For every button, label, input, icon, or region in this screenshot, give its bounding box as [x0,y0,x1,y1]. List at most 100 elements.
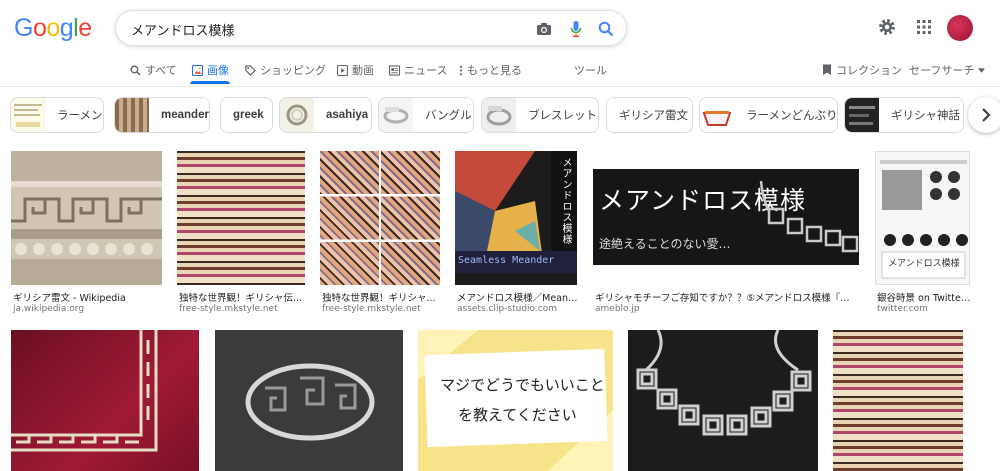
logo-letter: G [14,14,33,42]
chip-label: meander [161,109,209,121]
chip-ramen[interactable]: ラーメン [10,97,104,133]
tab-label: ツール [574,64,607,77]
image-result[interactable] [215,330,403,471]
logo-letter: o [46,14,60,42]
image-result[interactable] [628,330,818,471]
safesearch-label: セーフサーチ [909,64,975,77]
header-divider [0,86,1000,87]
chip-ramen-bowl[interactable]: ラーメンどんぶり [699,97,838,133]
search-tabs: すべて 画像 ショッピング 動画 ニュース もっと見る ツール コレクション セ… [0,58,1000,84]
result-source: assets.clip-studio.com [457,304,557,314]
result-thumbnail[interactable]: メアンドロス模様 途絶えることのない愛… [593,151,859,285]
chip-bangle[interactable]: バングル [378,97,474,133]
logo-letter: e [78,14,92,42]
search-icon [130,64,141,76]
account-avatar[interactable] [947,15,973,41]
image-result[interactable] [11,330,199,471]
tab-label: 画像 [207,64,229,77]
image-result[interactable]: メアンドロス模様 Seamless Meander メアンドロス模様／Meand… [455,151,578,316]
chip-label: ラーメン [57,108,103,122]
result-title[interactable]: ギリシア雷文 - Wikipedia [13,290,163,304]
collections-label: コレクション [836,64,902,77]
news-icon [389,64,400,76]
microphone-icon[interactable] [565,18,587,40]
chip-bracelet[interactable]: ブレスレット [481,97,599,133]
chip-label: asahiya [326,109,369,121]
image-result[interactable]: メアンドロス模様 途絶えることのない愛… ギリシャモチーフご存知ですか？？⑤メア… [593,151,859,316]
image-result[interactable]: マジでどうでもいいこと を教えてください [418,330,613,471]
result-thumbnail[interactable] [628,330,818,471]
twitter-image-caption: メアンドロス模様 [888,259,960,269]
result-thumbnail[interactable] [320,151,440,285]
result-thumbnail[interactable]: メアンドロス模様 [875,151,970,285]
image-icon [192,64,203,76]
tab-news[interactable]: ニュース [389,62,447,78]
result-thumbnail[interactable]: マジでどうでもいいこと を教えてください [418,330,613,471]
search-icon[interactable] [595,18,617,40]
chip-thumbnail [379,98,413,132]
chip-thumbnail [280,98,314,132]
search-input[interactable]: メアンドロス模様 [131,20,234,39]
chips-next-button[interactable] [968,97,1000,133]
chip-label: ブレスレット [528,108,597,122]
chip-meander[interactable]: meander [114,97,210,133]
tag-icon [245,64,256,76]
result-thumbnail[interactable]: メアンドロス模様 Seamless Meander [455,151,577,285]
tab-videos[interactable]: 動画 [337,62,374,78]
search-box[interactable]: メアンドロス模様 [115,10,627,46]
bookmark-icon [823,64,831,75]
result-title[interactable]: 銀谷時景 on Twitter: "... [877,290,972,304]
tab-label: すべて [145,64,177,77]
google-logo[interactable]: Google [14,14,92,43]
chip-label: バングル [425,108,472,122]
result-thumbnail[interactable] [215,330,403,471]
chip-asahiya[interactable]: asahiya [279,97,372,133]
result-thumbnail[interactable] [11,151,162,285]
chip-thumbnail [11,98,45,132]
result-source: ameblo.jp [595,304,640,314]
result-thumbnail[interactable] [11,330,199,471]
result-source: free-style.mkstyle.net [322,304,421,314]
result-title[interactable]: メアンドロス模様／Meand... [457,290,578,304]
result-title[interactable]: ギリシャモチーフご存知ですか？？⑤メアンドロス模様『途... [595,290,857,304]
image-result[interactable]: 独特な世界観！ギリシャ伝... free-style.mkstyle.net [177,151,305,316]
tab-shopping[interactable]: ショッピング [245,62,326,78]
camera-icon[interactable] [533,18,555,40]
yellow-card-line1: マジでどうでもいいこと [440,376,605,394]
clip-caption-text: Seamless Meander [458,255,555,266]
chip-label: ギリシャ神話 [891,108,960,122]
tab-label: もっと見る [467,64,522,77]
result-source: ja.wikipedia.org [13,304,85,314]
tab-images[interactable]: 画像 [192,62,229,78]
active-tab-indicator [190,81,230,84]
apps-grid-icon[interactable] [913,16,935,38]
chip-greek[interactable]: greek [220,97,273,133]
result-title[interactable]: 独特な世界観！ギリシャ... [322,290,441,304]
result-thumbnail[interactable] [177,151,305,285]
tab-tools[interactable]: ツール [574,62,607,78]
safesearch-menu[interactable]: セーフサーチ [909,62,986,78]
collections-link[interactable]: コレクション [822,62,902,78]
clip-vertical-text: メアンドロス模様 [560,157,571,245]
result-source: twitter.com [877,304,928,314]
tab-all[interactable]: すべて [130,62,177,78]
chevron-right-icon [982,108,991,122]
settings-gear-icon[interactable] [876,16,898,38]
chip-label: greek [233,109,264,121]
image-result[interactable]: ギリシア雷文 - Wikipedia ja.wikipedia.org [11,151,162,316]
tab-more[interactable]: もっと見る [459,62,522,78]
tab-label: ニュース [404,64,448,77]
chip-thumbnail [700,98,734,132]
header: Google メアンドロス模様 すべて 画像 ショッピング 動画 ニュース もっ… [0,0,1000,90]
dropdown-arrow-icon [978,67,986,73]
chip-greek-fret[interactable]: ギリシア雷文 [606,97,693,133]
image-result[interactable]: 独特な世界観！ギリシャ... free-style.mkstyle.net [320,151,440,316]
chip-greek-myth[interactable]: ギリシャ神話 [844,97,964,133]
tab-label: 動画 [352,64,374,77]
result-thumbnail[interactable] [833,330,963,471]
chip-thumbnail [115,98,149,132]
more-vert-icon [459,65,463,75]
image-result[interactable]: メアンドロス模様 銀谷時景 on Twitter: "... twitter.c… [875,151,972,316]
image-result[interactable] [833,330,963,471]
result-title[interactable]: 独特な世界観！ギリシャ伝... [179,290,306,304]
